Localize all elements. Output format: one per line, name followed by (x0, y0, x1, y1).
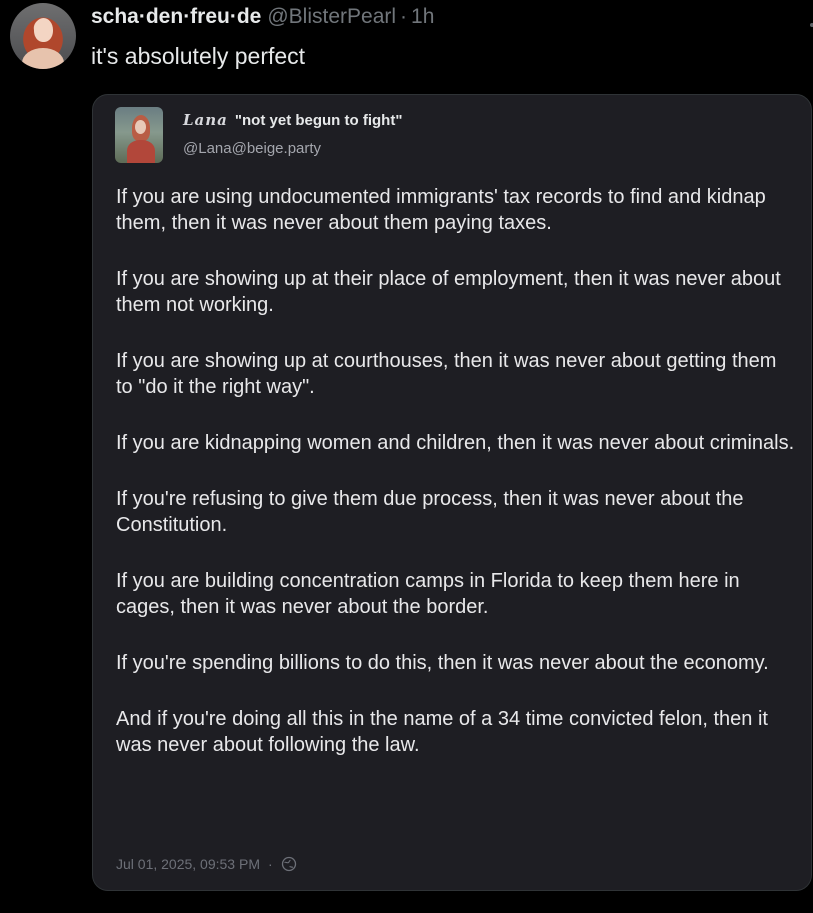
header-separator: · (400, 5, 408, 28)
quoted-author-handle: @Lana@beige.party (183, 140, 322, 157)
quoted-avatar-body (127, 140, 155, 163)
post-time[interactable]: 1h (411, 5, 434, 29)
quoted-post-body: If you are using undocumented immigrants… (116, 184, 796, 788)
author-avatar[interactable] (10, 3, 76, 69)
quoted-paragraph: If you are using undocumented immigrants… (116, 186, 766, 234)
quoted-paragraph: If you are showing up at their place of … (116, 268, 781, 316)
avatar-face (34, 18, 53, 42)
footer-separator: · (268, 856, 273, 872)
avatar-shoulders (22, 48, 64, 69)
quoted-paragraph: If you are kidnapping women and children… (116, 432, 795, 454)
author-display-name[interactable]: scha·den·freu·de (91, 5, 261, 29)
quoted-paragraph: If you are showing up at courthouses, th… (116, 350, 777, 398)
quoted-paragraph: If you're spending billions to do this, … (116, 652, 769, 674)
quoted-paragraph: And if you're doing all this in the name… (116, 708, 768, 756)
globe-icon (281, 856, 297, 872)
quoted-timestamp[interactable]: Jul 01, 2025, 09:53 PM (116, 856, 260, 872)
quoted-paragraph: If you are building concentration camps … (116, 570, 740, 618)
quoted-header: Lana "not yet begun to fight" (183, 111, 402, 129)
post-text: it's absolutely perfect (91, 43, 306, 69)
quoted-author-status: "not yet begun to fight" (234, 112, 403, 129)
post-header: scha·den·freu·de @BlisterPearl · 1h (91, 5, 434, 31)
quoted-paragraph: If you're refusing to give them due proc… (116, 488, 744, 536)
quoted-avatar-face (135, 120, 146, 134)
quoted-author-avatar (115, 107, 163, 163)
author-handle[interactable]: @BlisterPearl (267, 5, 396, 29)
quoted-footer: Jul 01, 2025, 09:53 PM · (116, 856, 297, 872)
more-options-icon[interactable] (804, 16, 813, 34)
quoted-author-name: Lana (183, 111, 228, 129)
quoted-post-card[interactable]: Lana "not yet begun to fight" @Lana@beig… (92, 94, 812, 891)
